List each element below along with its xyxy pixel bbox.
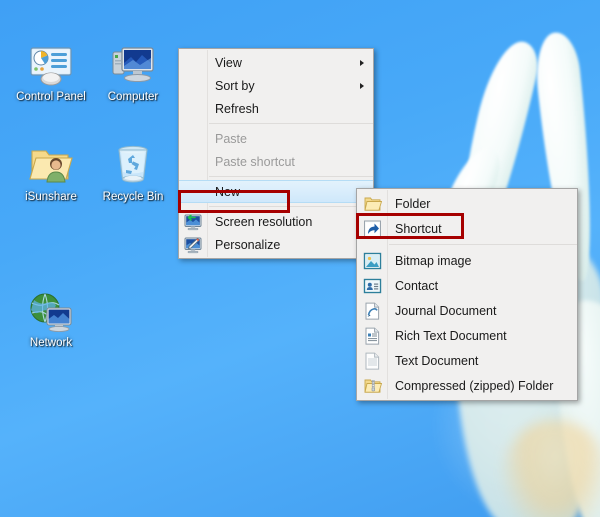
desktop[interactable]: Control Panel Computer iSunshare Recycle… <box>0 0 600 517</box>
menu-item-label: Sort by <box>215 78 255 93</box>
monitor-personalize-icon <box>184 236 202 254</box>
desktop-icon-recycle-bin[interactable]: Recycle Bin <box>90 142 176 204</box>
submenu-item-rich-text-document[interactable]: Rich Text Document <box>357 323 577 348</box>
recycle-bin-icon <box>109 142 157 188</box>
menu-separator <box>389 244 577 245</box>
menu-item-label: Text Document <box>395 353 479 368</box>
bitmap-image-icon <box>363 251 382 270</box>
shortcut-icon <box>363 219 382 238</box>
menu-item-label: New <box>215 184 241 199</box>
context-menu-item-paste: Paste <box>179 127 373 150</box>
submenu-item-contact[interactable]: Contact <box>357 273 577 298</box>
menu-item-label: Paste shortcut <box>215 154 295 169</box>
desktop-context-menu[interactable]: View Sort by Refresh Paste Paste shortcu… <box>178 48 374 259</box>
desktop-icon-label: Computer <box>107 91 159 103</box>
submenu-item-journal-document[interactable]: Journal Document <box>357 298 577 323</box>
context-menu-item-view[interactable]: View <box>179 51 373 74</box>
context-menu-item-refresh[interactable]: Refresh <box>179 97 373 120</box>
desktop-icon-isunshare[interactable]: iSunshare <box>8 142 94 204</box>
menu-item-label: Shortcut <box>395 221 442 236</box>
menu-item-label: Paste <box>215 131 247 146</box>
zipped-folder-icon <box>363 376 382 395</box>
control-panel-icon <box>27 42 75 88</box>
journal-document-icon <box>363 301 382 320</box>
menu-item-label: Contact <box>395 278 439 293</box>
text-document-icon <box>363 351 382 370</box>
monitor-resolution-icon <box>184 213 202 231</box>
contact-icon <box>363 276 382 295</box>
user-folder-icon <box>27 142 75 188</box>
menu-item-label: Rich Text Document <box>395 328 507 343</box>
menu-item-label: Compressed (zipped) Folder <box>395 378 554 393</box>
network-icon <box>27 288 75 334</box>
chevron-right-icon <box>360 82 364 89</box>
computer-icon <box>109 42 157 88</box>
context-menu-item-personalize[interactable]: Personalize <box>179 233 373 256</box>
rich-text-document-icon <box>363 326 382 345</box>
desktop-icon-network[interactable]: Network <box>8 288 94 350</box>
folder-icon <box>363 194 382 213</box>
menu-item-label: Screen resolution <box>215 214 313 229</box>
desktop-icon-label: Control Panel <box>16 91 86 103</box>
chevron-right-icon <box>360 59 364 66</box>
submenu-item-bitmap-image[interactable]: Bitmap image <box>357 248 577 273</box>
menu-item-label: Refresh <box>215 101 259 116</box>
desktop-icon-label: Network <box>29 337 73 349</box>
submenu-item-compressed-zipped-folder[interactable]: Compressed (zipped) Folder <box>357 373 577 398</box>
desktop-icon-computer[interactable]: Computer <box>90 42 176 104</box>
submenu-item-shortcut[interactable]: Shortcut <box>357 216 577 241</box>
menu-item-label: Folder <box>395 196 431 211</box>
desktop-icon-control-panel[interactable]: Control Panel <box>8 42 94 104</box>
menu-item-label: Journal Document <box>395 303 497 318</box>
context-menu-item-new[interactable]: New <box>179 180 373 203</box>
context-menu-item-screen-resolution[interactable]: Screen resolution <box>179 210 373 233</box>
menu-item-label: View <box>215 55 242 70</box>
submenu-item-text-document[interactable]: Text Document <box>357 348 577 373</box>
menu-separator <box>209 123 373 124</box>
menu-separator <box>209 176 373 177</box>
context-menu-item-paste-shortcut: Paste shortcut <box>179 150 373 173</box>
desktop-icon-label: iSunshare <box>25 191 77 203</box>
new-submenu[interactable]: Folder Shortcut Bitmap image Contact Jou… <box>356 188 578 401</box>
desktop-icon-label: Recycle Bin <box>102 191 164 203</box>
context-menu-item-sort-by[interactable]: Sort by <box>179 74 373 97</box>
menu-separator <box>209 206 373 207</box>
menu-item-label: Personalize <box>215 237 281 252</box>
menu-item-label: Bitmap image <box>395 253 472 268</box>
submenu-item-folder[interactable]: Folder <box>357 191 577 216</box>
